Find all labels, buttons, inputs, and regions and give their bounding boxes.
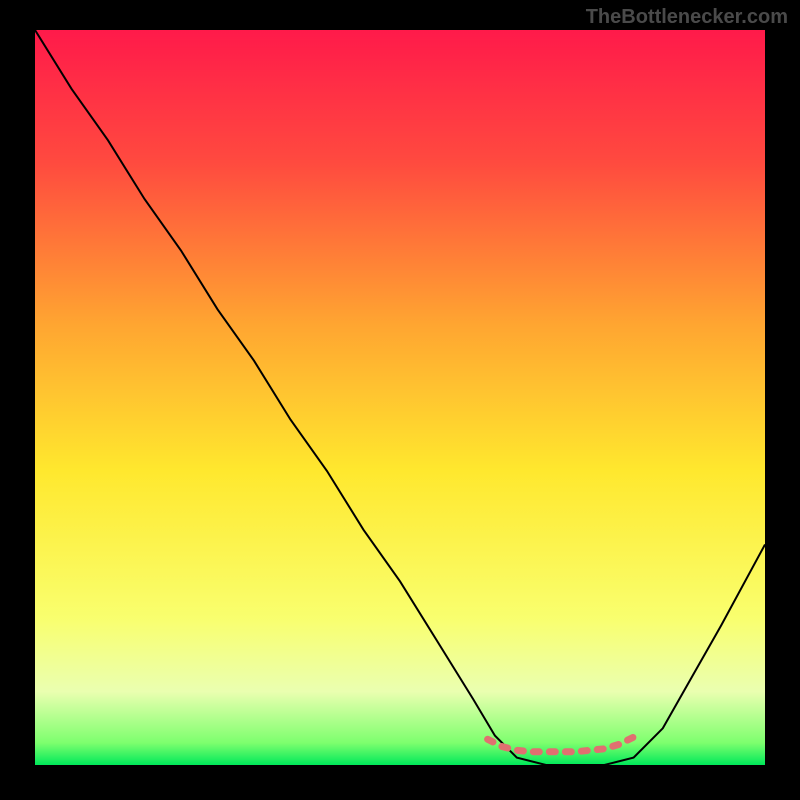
chart-container: TheBottlenecker.com — [0, 0, 800, 800]
watermark-text: TheBottlenecker.com — [586, 6, 788, 29]
curve-layer — [35, 30, 765, 765]
optimal-marker — [488, 737, 634, 752]
plot-area — [35, 30, 765, 765]
bottleneck-curve — [35, 30, 765, 765]
